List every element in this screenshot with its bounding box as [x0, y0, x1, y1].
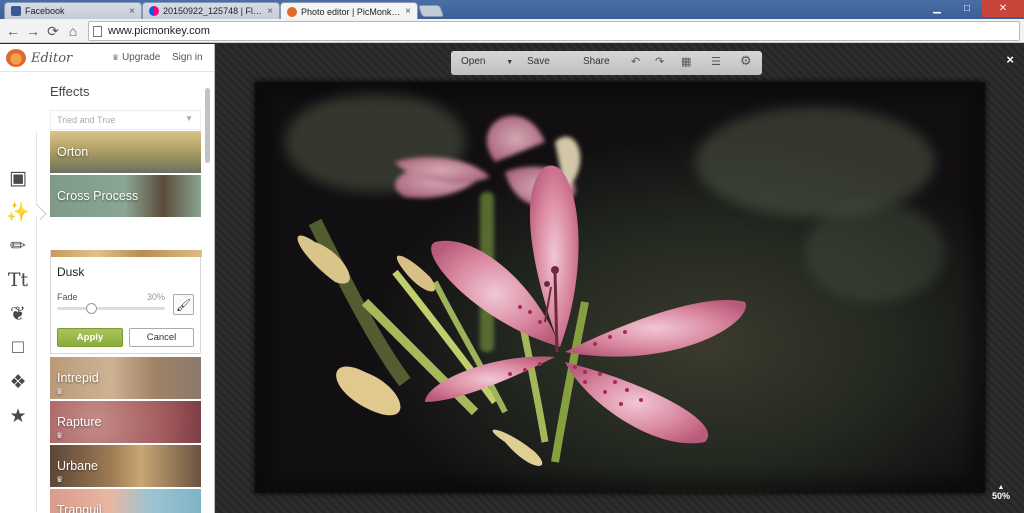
category-label: Tried and True — [57, 115, 116, 125]
effect-label: Orton — [57, 145, 89, 159]
open-menu[interactable]: Open ▼ — [461, 56, 513, 67]
tab-title: Photo editor | PicMonkey: — [301, 6, 402, 17]
picmonkey-logo[interactable]: Editor — [6, 49, 72, 67]
effect-label: Intrepid — [57, 371, 99, 385]
tab-close-icon[interactable]: × — [129, 6, 135, 17]
zoom-indicator[interactable]: ▲ 50% — [992, 484, 1010, 501]
fade-slider-handle[interactable] — [86, 303, 98, 314]
crown-icon: ♛ — [56, 387, 64, 396]
effect-rapture[interactable]: Rapture ♛ — [50, 401, 201, 443]
effect-label: Rapture — [57, 415, 102, 429]
chevron-down-icon: ▼ — [185, 114, 193, 123]
sidebar-header: Editor ♛ Upgrade Sign in — [0, 44, 214, 72]
butterfly-overlay-icon[interactable]: ❦ — [6, 302, 30, 326]
tab-close-icon[interactable]: × — [405, 6, 411, 17]
editor-toolbar: Open ▼ Save Share ↶ ↷ ▦ ☰ ⚙ — [451, 51, 762, 75]
upgrade-link[interactable]: ♛ Upgrade — [112, 52, 160, 63]
open-label: Open — [461, 56, 486, 67]
selected-tool-pointer — [30, 203, 47, 221]
paintbrush-icon: 🖌 — [175, 297, 192, 312]
save-button[interactable]: Save — [527, 56, 550, 67]
crown-icon: ♛ — [112, 53, 120, 62]
facebook-favicon-icon — [11, 6, 21, 16]
sidebar-scrollbar[interactable] — [204, 88, 211, 508]
undo-icon[interactable]: ↶ — [631, 55, 640, 68]
gear-icon[interactable]: ⚙ — [740, 53, 752, 69]
upgrade-label: Upgrade — [121, 52, 161, 63]
signin-link[interactable]: Sign in — [172, 52, 203, 63]
effect-label: Tranquil — [57, 503, 102, 513]
effect-cross-process[interactable]: Cross Process — [50, 175, 201, 217]
cancel-button[interactable]: Cancel — [129, 328, 194, 347]
effect-label: Urbane — [57, 459, 98, 473]
url-text: www.picmonkey.com — [108, 25, 210, 37]
touch-up-brush-icon[interactable]: ✏ — [6, 234, 30, 258]
dusk-effect-settings: Dusk Fade 30% 🖌 Apply Cancel — [50, 250, 202, 354]
panel-title: Effects — [50, 84, 90, 99]
window-close-icon[interactable]: ✕ — [982, 0, 1024, 17]
flickr-favicon-icon — [149, 6, 159, 16]
reload-icon[interactable]: ⟳ — [44, 22, 62, 40]
crown-icon: ♛ — [56, 431, 64, 440]
tab-picmonkey[interactable]: Photo editor | PicMonkey: × — [280, 2, 418, 20]
tab-title: Facebook — [25, 6, 65, 16]
editor-sidebar: Editor ♛ Upgrade Sign in ▣ ✨ ✏ Tt ❦ □ ❖ … — [0, 44, 215, 513]
apply-button[interactable]: Apply — [57, 328, 123, 347]
crop-icon[interactable]: ▣ — [6, 166, 30, 190]
photo-canvas[interactable] — [255, 82, 985, 493]
text-icon[interactable]: Tt — [6, 268, 30, 292]
effect-intrepid[interactable]: Intrepid ♛ — [50, 357, 201, 399]
effect-label: Cross Process — [57, 189, 139, 203]
cat-themes-icon[interactable]: ★ — [6, 404, 30, 428]
logo-text: Editor — [31, 50, 73, 66]
zoom-level: 50% — [991, 491, 1010, 501]
selected-effect-name: Dusk — [57, 265, 85, 279]
minimize-icon[interactable]: ▁ — [922, 0, 952, 17]
tab-title: 20150922_125748 | Flickr - — [163, 6, 264, 16]
category-dropdown[interactable]: Tried and True ▼ — [50, 110, 201, 130]
paintbrush-button[interactable]: 🖌 — [173, 294, 194, 315]
dusk-preview-strip — [51, 250, 202, 257]
home-icon[interactable]: ⌂ — [64, 22, 82, 40]
flower-photo — [255, 82, 985, 493]
fade-label: Fade — [57, 292, 78, 302]
editor-workspace: Open ▼ Save Share ↶ ↷ ▦ ☰ ⚙ × ▲ 50% — [216, 44, 1024, 513]
fade-slider[interactable] — [57, 303, 165, 314]
effect-tranquil[interactable]: Tranquil ♛ — [50, 489, 201, 513]
crown-icon: ♛ — [56, 475, 64, 484]
tab-facebook[interactable]: Facebook × — [4, 2, 142, 19]
monkey-logo-icon — [6, 49, 26, 67]
texture-icon[interactable]: ❖ — [6, 370, 30, 394]
rail-divider — [36, 132, 37, 512]
caret-up-icon: ▲ — [997, 484, 1005, 491]
effect-orton[interactable]: Orton — [50, 131, 201, 173]
browser-toolbar: ← → ⟳ ⌂ www.picmonkey.com — [0, 19, 1024, 43]
browser-tab-bar: Facebook × 20150922_125748 | Flickr - × … — [0, 0, 1024, 20]
share-button[interactable]: Share — [583, 56, 610, 67]
maximize-icon[interactable]: □ — [952, 0, 982, 17]
back-arrow-icon[interactable]: ← — [4, 22, 22, 40]
page-icon — [93, 25, 102, 37]
new-tab-button[interactable] — [417, 5, 445, 17]
forward-arrow-icon[interactable]: → — [24, 22, 42, 40]
window-controls: ▁ □ ✕ — [922, 0, 1024, 19]
address-bar[interactable]: www.picmonkey.com — [88, 21, 1020, 41]
magic-wand-icon[interactable]: ✨ — [6, 200, 30, 224]
picmonkey-favicon-icon — [287, 6, 297, 17]
fade-value: 30% — [147, 292, 166, 302]
compare-icon[interactable]: ▦ — [681, 55, 691, 68]
tab-close-icon[interactable]: × — [267, 6, 273, 17]
effect-urbane[interactable]: Urbane ♛ — [50, 445, 201, 487]
tab-flickr[interactable]: 20150922_125748 | Flickr - × — [142, 2, 280, 19]
chevron-down-icon: ▼ — [506, 59, 514, 66]
scrollbar-thumb[interactable] — [205, 88, 210, 163]
layers-icon[interactable]: ☰ — [711, 55, 721, 68]
close-editor-icon[interactable]: × — [1006, 52, 1014, 67]
redo-icon[interactable]: ↷ — [655, 55, 664, 68]
frame-icon[interactable]: □ — [6, 336, 30, 360]
